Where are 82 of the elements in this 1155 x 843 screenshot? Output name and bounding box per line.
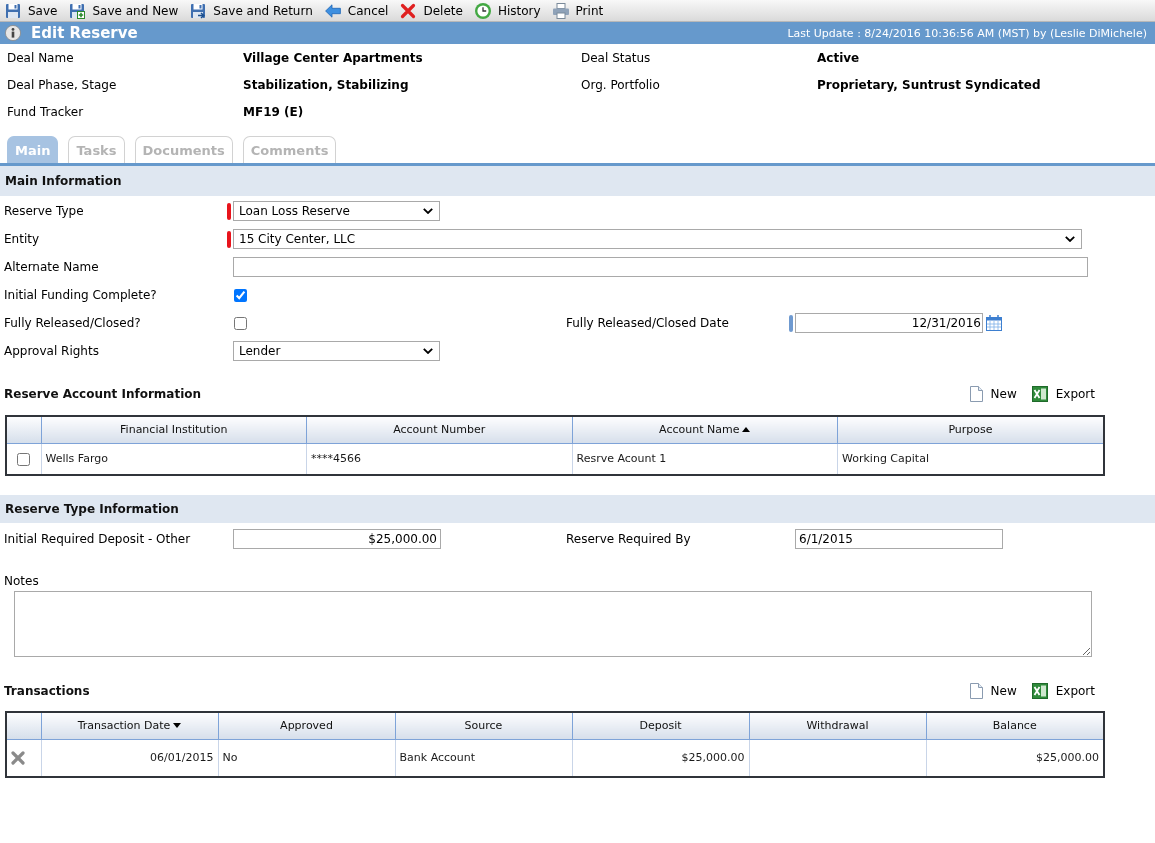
- table-cell: $25,000.00: [926, 739, 1103, 776]
- field-label: Alternate Name: [4, 260, 99, 274]
- cross-icon: [400, 2, 417, 19]
- chevron-down-icon: [423, 208, 433, 214]
- export-button[interactable]: Export: [1031, 386, 1095, 402]
- table-cell: Wells Fargo: [41, 443, 307, 474]
- document-icon: [969, 683, 983, 699]
- left-arrow-icon: [324, 3, 341, 18]
- field-value: Stabilization, Stabilizing: [243, 77, 409, 92]
- history-button[interactable]: History: [470, 0, 545, 21]
- field-label: Fully Released/Closed?: [4, 316, 141, 330]
- field-label: Entity: [4, 232, 40, 246]
- save-button[interactable]: Save: [1, 0, 62, 21]
- date-field[interactable]: 12/31/2016: [795, 313, 983, 333]
- delete-button[interactable]: Delete: [396, 0, 467, 21]
- field-label: Org. Portfolio: [581, 77, 660, 92]
- field-label: Fully Released/Closed Date: [566, 316, 729, 330]
- table-cell: Bank Account: [395, 739, 572, 776]
- field-label: Deal Status: [581, 50, 651, 65]
- calendar-icon[interactable]: [986, 315, 1002, 331]
- column-header[interactable]: Transaction Date: [41, 713, 218, 739]
- spreadsheet-icon: [1031, 683, 1048, 699]
- column-header[interactable]: Purpose: [837, 417, 1103, 443]
- chevron-down-icon: [1065, 236, 1075, 242]
- field-label: Reserve Required By: [566, 532, 691, 546]
- column-header[interactable]: Account Number: [306, 417, 572, 443]
- chevron-down-icon: [423, 348, 433, 354]
- export-button[interactable]: Export: [1031, 683, 1095, 699]
- spreadsheet-icon: [1031, 386, 1048, 402]
- floppy-plus-icon: [69, 2, 86, 19]
- checkbox[interactable]: [17, 452, 31, 466]
- cancel-button[interactable]: Cancel: [320, 0, 393, 21]
- field-value: Village Center Apartments: [243, 50, 423, 65]
- field-value: Active: [817, 50, 860, 65]
- page-title: Edit Reserve: [31, 24, 138, 42]
- dropdown[interactable]: 15 City Center, LLC: [233, 229, 1082, 249]
- table-cell: ****4566: [306, 443, 572, 474]
- checkbox[interactable]: [234, 288, 247, 302]
- table-cell: Working Capital: [837, 443, 1103, 474]
- table-cell: 06/01/2015: [41, 739, 218, 776]
- info-icon: [5, 25, 21, 41]
- section-title: Main Information: [5, 174, 122, 188]
- section-title: Transactions: [4, 684, 90, 698]
- table-cell: No: [218, 739, 395, 776]
- new-button[interactable]: New: [969, 683, 1017, 699]
- dropdown[interactable]: Lender: [233, 341, 440, 361]
- field-label: Reserve Type: [4, 204, 84, 218]
- field-value: MF19 (E): [243, 104, 304, 119]
- field-label: Approval Rights: [4, 344, 99, 358]
- column-header[interactable]: Source: [395, 713, 572, 739]
- notes-field[interactable]: [14, 591, 1092, 657]
- field-value: Proprietary, Suntrust Syndicated: [817, 77, 1041, 92]
- checkbox[interactable]: [234, 316, 247, 330]
- section-title: Reserve Account Information: [4, 387, 202, 401]
- clock-icon: [474, 2, 491, 19]
- save-and-new-button[interactable]: Save and New: [65, 0, 183, 21]
- column-header[interactable]: Deposit: [572, 713, 749, 739]
- print-button[interactable]: Print: [548, 0, 608, 21]
- field-label: Deal Name: [7, 50, 74, 65]
- last-update-text: Last Update : 8/24/2016 10:36:56 AM (MST) by (Leslie DiMichele): [787, 26, 1147, 40]
- cross-icon[interactable]: [11, 750, 25, 765]
- printer-icon: [552, 2, 569, 19]
- column-header[interactable]: Balance: [926, 713, 1103, 739]
- save-and-return-button[interactable]: Save and Return: [186, 0, 317, 21]
- table-cell: Resrve Acount 1: [572, 443, 838, 474]
- column-header[interactable]: Approved: [218, 713, 395, 739]
- field-label: Initial Required Deposit - Other: [4, 532, 191, 546]
- new-button[interactable]: New: [969, 386, 1017, 402]
- text-field[interactable]: [233, 257, 1088, 277]
- field-label: Deal Phase, Stage: [7, 77, 117, 92]
- field-label: Fund Tracker: [7, 104, 84, 119]
- text-field[interactable]: $25,000.00: [233, 529, 441, 549]
- section-title: Reserve Type Information: [5, 502, 179, 516]
- column-header[interactable]: Account Name: [572, 417, 838, 443]
- field-label: Initial Funding Complete?: [4, 288, 157, 302]
- column-header[interactable]: Withdrawal: [749, 713, 926, 739]
- table-cell: $25,000.00: [572, 739, 749, 776]
- field-label: Notes: [4, 574, 39, 588]
- dropdown[interactable]: Loan Loss Reserve: [233, 201, 440, 221]
- column-header[interactable]: Financial Institution: [41, 417, 307, 443]
- document-icon: [969, 386, 983, 402]
- text-field[interactable]: 6/1/2015: [795, 529, 1003, 549]
